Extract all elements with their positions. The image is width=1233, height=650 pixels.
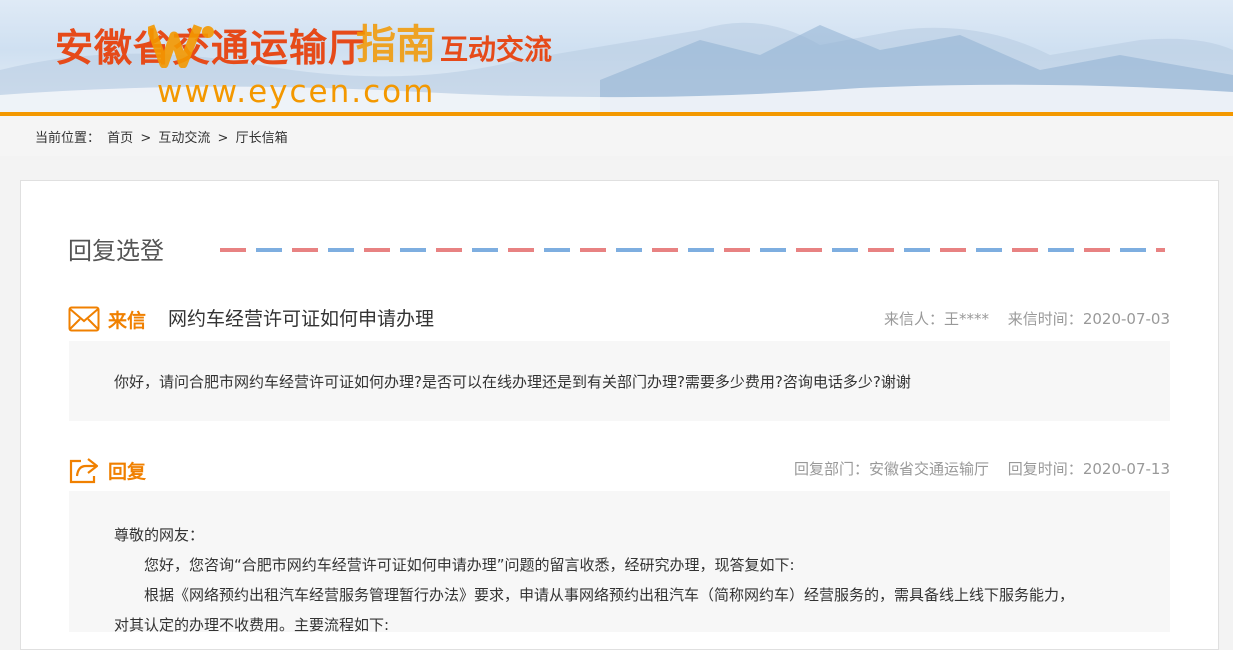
reply-line: 根据《网络预约出租汽车经营服务管理暂行办法》要求，申请从事网络预约出租汽车（简称… <box>114 586 1075 604</box>
share-arrow-icon <box>69 458 99 484</box>
breadcrumb-link-home[interactable]: 首页 <box>107 131 133 146</box>
reply-dept: 安徽省交通运输厅 <box>869 460 990 478</box>
watermark-logo-icon <box>148 24 214 68</box>
airmail-dash-divider <box>220 248 1165 252</box>
letter-meta: 来信人：王**** 来信时间：2020-07-03 <box>874 308 1170 330</box>
reply-meta: 回复部门：安徽省交通运输厅 回复时间：2020-07-13 <box>784 458 1170 480</box>
letter-body: 你好，请问合肥市网约车经营许可证如何办理?是否可以在线办理还是到有关部门办理?需… <box>114 373 911 391</box>
letter-date: 2020-07-03 <box>1082 310 1170 328</box>
watermark-text: 指南 <box>356 22 436 68</box>
letter-subject: 网约车经营许可证如何申请办理 <box>168 308 435 330</box>
breadcrumb-link-interaction[interactable]: 互动交流 <box>158 131 210 146</box>
reply-line: 对其认定的办理不收费用。主要流程如下: <box>114 616 390 634</box>
sender-name: 王**** <box>944 310 990 328</box>
reply-label: 回复 <box>108 461 147 483</box>
page-heading: 回复选登 <box>68 237 164 265</box>
breadcrumb-separator: > <box>217 131 229 146</box>
letter-date-label: 来信时间： <box>1007 310 1083 328</box>
reply-line: 尊敬的网友： <box>114 526 205 544</box>
reply-date-label: 回复时间： <box>1007 460 1083 478</box>
sender-label: 来信人： <box>883 310 944 328</box>
letter-label: 来信 <box>108 310 147 332</box>
reply-body: 尊敬的网友： 您好，您咨询“合肥市网约车经营许可证如何申请办理”问题的留言收悉，… <box>114 520 1134 640</box>
reply-date: 2020-07-13 <box>1082 460 1170 478</box>
section-title: 互动交流 <box>440 33 553 66</box>
header-banner: 安徽省交通运输厅 指南 互动交流 www.eycen.com <box>0 0 1233 112</box>
breadcrumb-bar: 当前位置： 首页 > 互动交流 > 厅长信箱 <box>0 116 1233 156</box>
envelope-icon <box>68 306 100 332</box>
reply-dept-label: 回复部门： <box>793 460 869 478</box>
reply-line: 您好，您咨询“合肥市网约车经营许可证如何申请办理”问题的留言收悉，经研究办理，现… <box>114 556 795 574</box>
breadcrumb-separator: > <box>140 131 152 146</box>
breadcrumb-prefix: 当前位置： <box>35 131 101 146</box>
breadcrumb-link-mailbox[interactable]: 厅长信箱 <box>236 131 288 146</box>
watermark-url: www.eycen.com <box>157 74 436 110</box>
breadcrumb: 当前位置： 首页 > 互动交流 > 厅长信箱 <box>35 127 291 146</box>
